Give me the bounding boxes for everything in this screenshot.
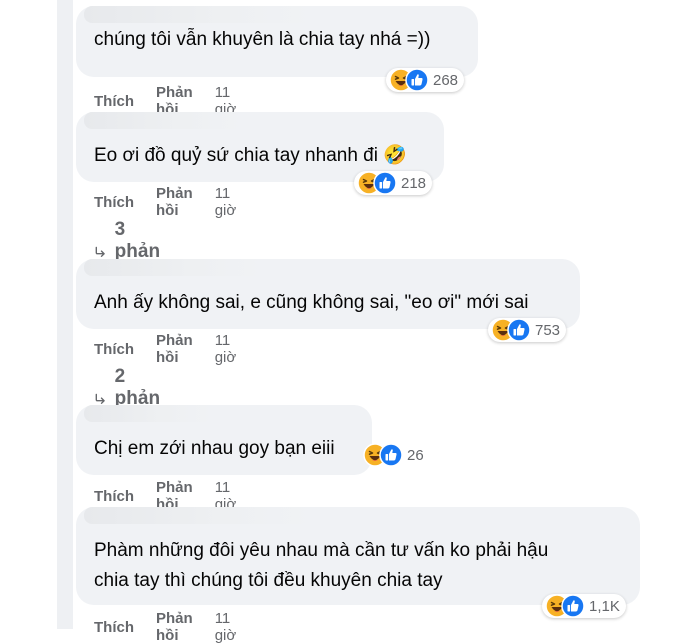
like-reaction-icon — [561, 594, 585, 618]
comment-timestamp[interactable]: 11 giờ — [215, 185, 237, 219]
reply-button[interactable]: Phản hồi — [156, 610, 193, 644]
like-button[interactable]: Thích — [94, 93, 134, 110]
blurred-author-name — [84, 405, 214, 422]
reply-button[interactable]: Phản hồi — [156, 185, 193, 219]
thread-guide-line — [57, 0, 73, 629]
reaction-summary[interactable]: 26 — [360, 443, 430, 467]
like-reaction-icon — [405, 68, 429, 92]
comment-actions: Thích Phản hồi 11 giờ — [94, 610, 236, 644]
reaction-count: 753 — [535, 321, 561, 339]
blurred-author-name — [84, 259, 264, 276]
reaction-count: 1,1K — [589, 597, 620, 615]
comment-text-line-1: Phàm những đôi yêu nhau mà cần tư vấn ko… — [94, 540, 549, 561]
like-button[interactable]: Thích — [94, 341, 134, 358]
like-button[interactable]: Thích — [94, 194, 134, 211]
blurred-author-name — [84, 112, 244, 129]
blurred-author-name — [84, 6, 314, 23]
comment-bubble: Phàm những đôi yêu nhau mà cần tư vấn ko… — [76, 507, 640, 605]
comment-text-line-2: chia tay thì chúng tôi đều khuyên chia t… — [94, 570, 443, 591]
reaction-count: 268 — [433, 71, 459, 89]
like-reaction-icon — [373, 171, 397, 195]
comment-text: Anh ấy không sai, e cũng không sai, "eo … — [94, 292, 529, 313]
comment-text: chúng tôi vẫn khuyên là chia tay nhá =)) — [94, 29, 431, 50]
comment-actions: Thích Phản hồi 11 giờ — [94, 332, 236, 366]
like-reaction-icon — [379, 443, 403, 467]
comment-timestamp[interactable]: 11 giờ — [215, 332, 237, 366]
reaction-count: 26 — [407, 446, 424, 464]
comment-bubble: chúng tôi vẫn khuyên là chia tay nhá =)) — [76, 6, 478, 77]
reaction-summary[interactable]: 753 — [488, 318, 567, 342]
blurred-author-name — [84, 507, 314, 524]
like-button[interactable]: Thích — [94, 488, 134, 505]
comment-text: Eo ơi đồ quỷ sứ chia tay nhanh đi 🤣 — [94, 145, 407, 166]
comment-text: Chị em zới nhau goy bạn eiii — [94, 438, 335, 459]
comment-bubble: Chị em zới nhau goy bạn eiii — [76, 405, 372, 475]
reaction-count: 218 — [401, 174, 427, 192]
reaction-summary[interactable]: 268 — [386, 68, 465, 92]
comment-timestamp[interactable]: 11 giờ — [215, 610, 237, 644]
reaction-summary[interactable]: 1,1K — [542, 594, 626, 618]
reaction-summary[interactable]: 218 — [354, 171, 433, 195]
like-button[interactable]: Thích — [94, 619, 134, 636]
reply-button[interactable]: Phản hồi — [156, 332, 193, 366]
like-reaction-icon — [507, 318, 531, 342]
comment-actions: Thích Phản hồi 11 giờ — [94, 185, 236, 219]
